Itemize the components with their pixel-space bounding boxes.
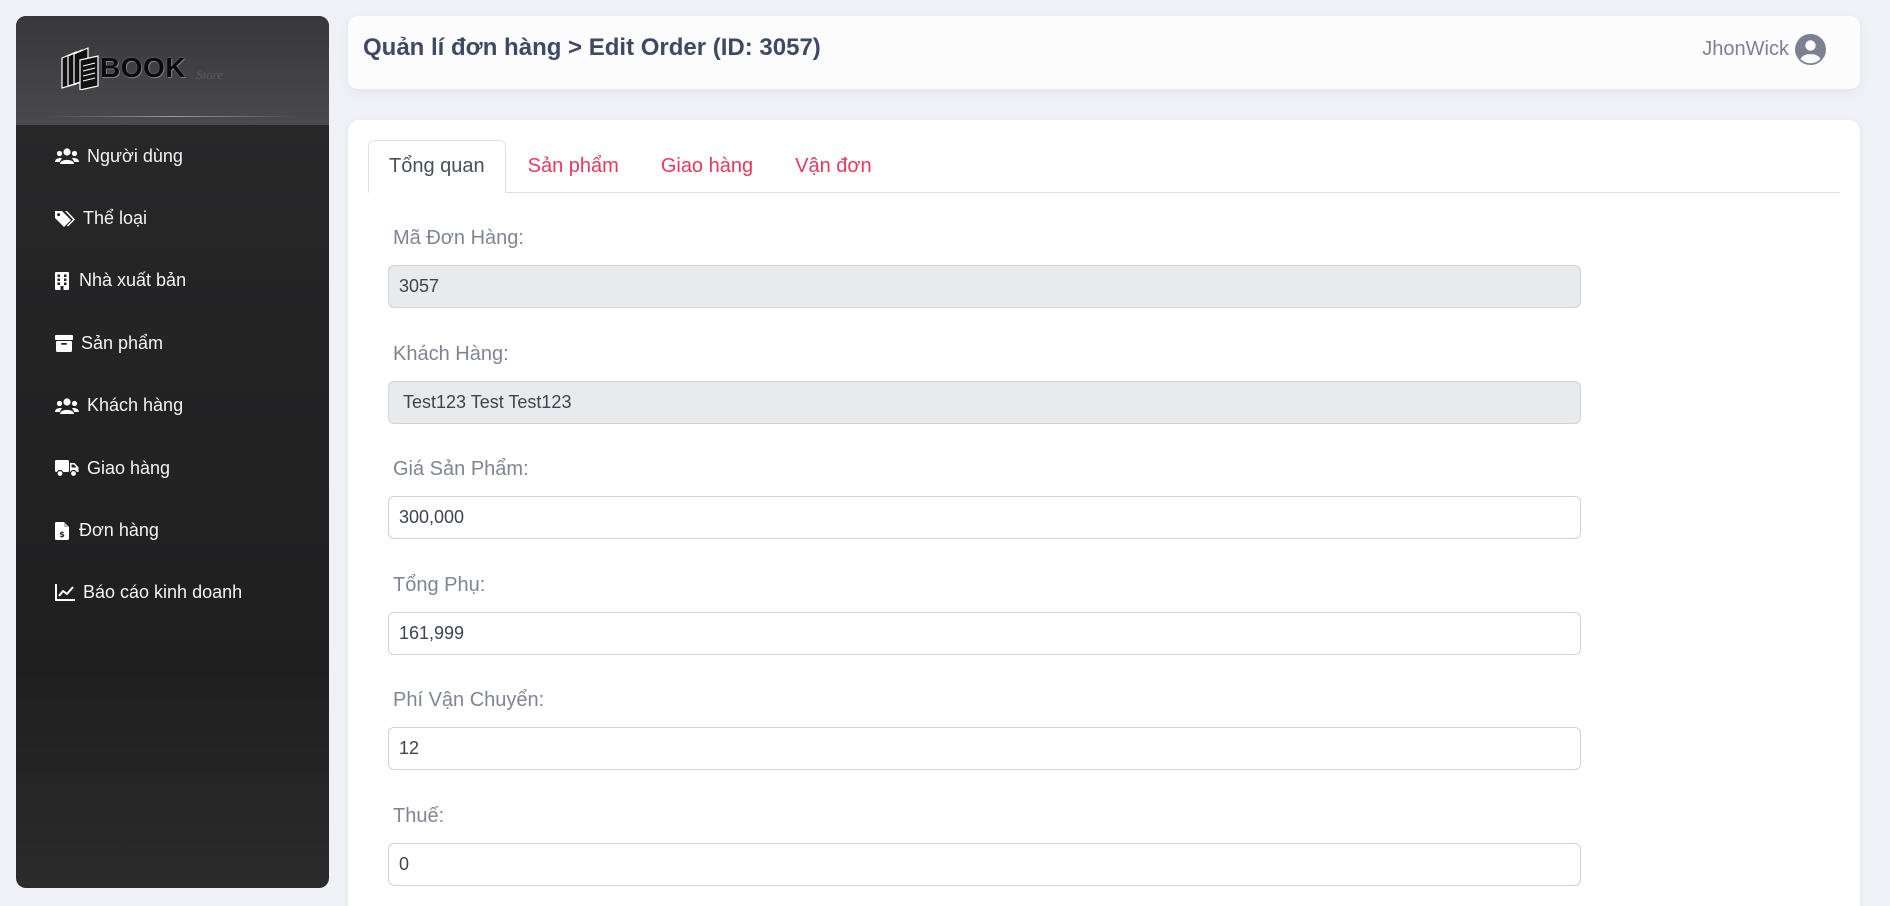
- building-icon: [55, 271, 75, 290]
- users-icon: [55, 147, 83, 165]
- tab-products[interactable]: Sản phẩm: [508, 140, 639, 192]
- subtotal-field: Tổng Phụ:: [388, 568, 1581, 684]
- subtotal-input[interactable]: [388, 611, 1581, 655]
- tax-input[interactable]: [388, 842, 1581, 886]
- shipping-fee-field: Phí Vận Chuyển:: [388, 683, 1581, 799]
- tags-icon: [55, 210, 79, 228]
- sidebar-item-label: Nhà xuất bản: [79, 270, 187, 291]
- order-id-input[interactable]: [388, 265, 1581, 308]
- box-icon: [55, 334, 77, 352]
- chart-line-icon: [55, 584, 79, 602]
- sidebar-item-orders[interactable]: $ Đơn hàng: [16, 499, 329, 561]
- customer-label: Khách Hàng:: [393, 342, 509, 365]
- shipping-fee-label: Phí Vận Chuyển:: [393, 689, 545, 711]
- sidebar-item-label: Sản phẩm: [81, 332, 164, 353]
- sidebar-item-label: Giao hàng: [87, 457, 171, 478]
- customer-field: Khách Hàng:: [388, 337, 1581, 453]
- sidebar-item-categories[interactable]: Thể loại: [16, 187, 329, 249]
- brand-logo-subtext: Store: [196, 67, 223, 82]
- customer-input[interactable]: [388, 380, 1581, 424]
- sidebar-item-shipping[interactable]: Giao hàng: [16, 437, 329, 499]
- tax-label: Thuế:: [393, 804, 445, 827]
- sidebar-item-publishers[interactable]: Nhà xuất bản: [16, 250, 329, 312]
- sidebar-item-products[interactable]: Sản phẩm: [16, 312, 329, 374]
- invoice-icon: $: [55, 521, 75, 540]
- sidebar-item-label: Thể loại: [83, 208, 148, 229]
- user-menu[interactable]: JhonWick: [1702, 34, 1826, 65]
- username: JhonWick: [1702, 38, 1789, 60]
- svg-text:$: $: [59, 530, 65, 539]
- subtotal-label: Tổng Phụ:: [393, 573, 486, 596]
- users-icon: [55, 397, 83, 415]
- page-title: Quản lí đơn hàng > Edit Order (ID: 3057): [363, 34, 821, 61]
- order-id-label: Mã Đơn Hàng:: [393, 227, 524, 249]
- order-form: Mã Đơn Hàng: Khách Hàng: Giá Sản Phẩm: T…: [388, 221, 1581, 906]
- product-price-field: Giá Sản Phẩm:: [388, 452, 1581, 568]
- tab-waybill[interactable]: Vận đơn: [775, 140, 892, 192]
- product-price-input[interactable]: [388, 496, 1581, 539]
- sidebar-item-label: Báo cáo kinh doanh: [83, 582, 243, 603]
- sidebar-item-label: Khách hàng: [87, 395, 184, 416]
- order-edit-card: Tổng quan Sản phẩm Giao hàng Vận đơn Mã …: [348, 120, 1860, 906]
- truck-icon: [55, 459, 83, 478]
- sidebar-item-customers[interactable]: Khách hàng: [16, 375, 329, 437]
- product-price-label: Giá Sản Phẩm:: [393, 458, 529, 480]
- tab-shipping[interactable]: Giao hàng: [641, 140, 773, 192]
- order-tabs: Tổng quan Sản phẩm Giao hàng Vận đơn: [368, 140, 1840, 193]
- sidebar-item-label: Đơn hàng: [79, 520, 159, 541]
- tab-overview[interactable]: Tổng quan: [368, 140, 506, 193]
- top-header: Quản lí đơn hàng > Edit Order (ID: 3057)…: [348, 16, 1860, 89]
- sidebar-item-label: Người dùng: [87, 145, 183, 166]
- sidebar-item-users[interactable]: Người dùng: [16, 125, 329, 187]
- sidebar: BOOK Store Người dùng Thể loại Nhà xuất …: [16, 16, 329, 888]
- tax-field: Thuế:: [388, 799, 1581, 906]
- book-stack-icon: [58, 46, 102, 90]
- brand-logo[interactable]: BOOK Store: [58, 46, 223, 90]
- brand-logo-text: BOOK: [100, 52, 186, 83]
- shipping-fee-input[interactable]: [388, 727, 1581, 770]
- brand-header: BOOK Store: [16, 16, 329, 125]
- user-circle-icon[interactable]: [1795, 34, 1826, 65]
- sidebar-nav: Người dùng Thể loại Nhà xuất bản Sản phẩ…: [16, 125, 329, 624]
- sidebar-item-business-report[interactable]: Báo cáo kinh doanh: [16, 562, 329, 624]
- order-id-field: Mã Đơn Hàng:: [388, 221, 1581, 337]
